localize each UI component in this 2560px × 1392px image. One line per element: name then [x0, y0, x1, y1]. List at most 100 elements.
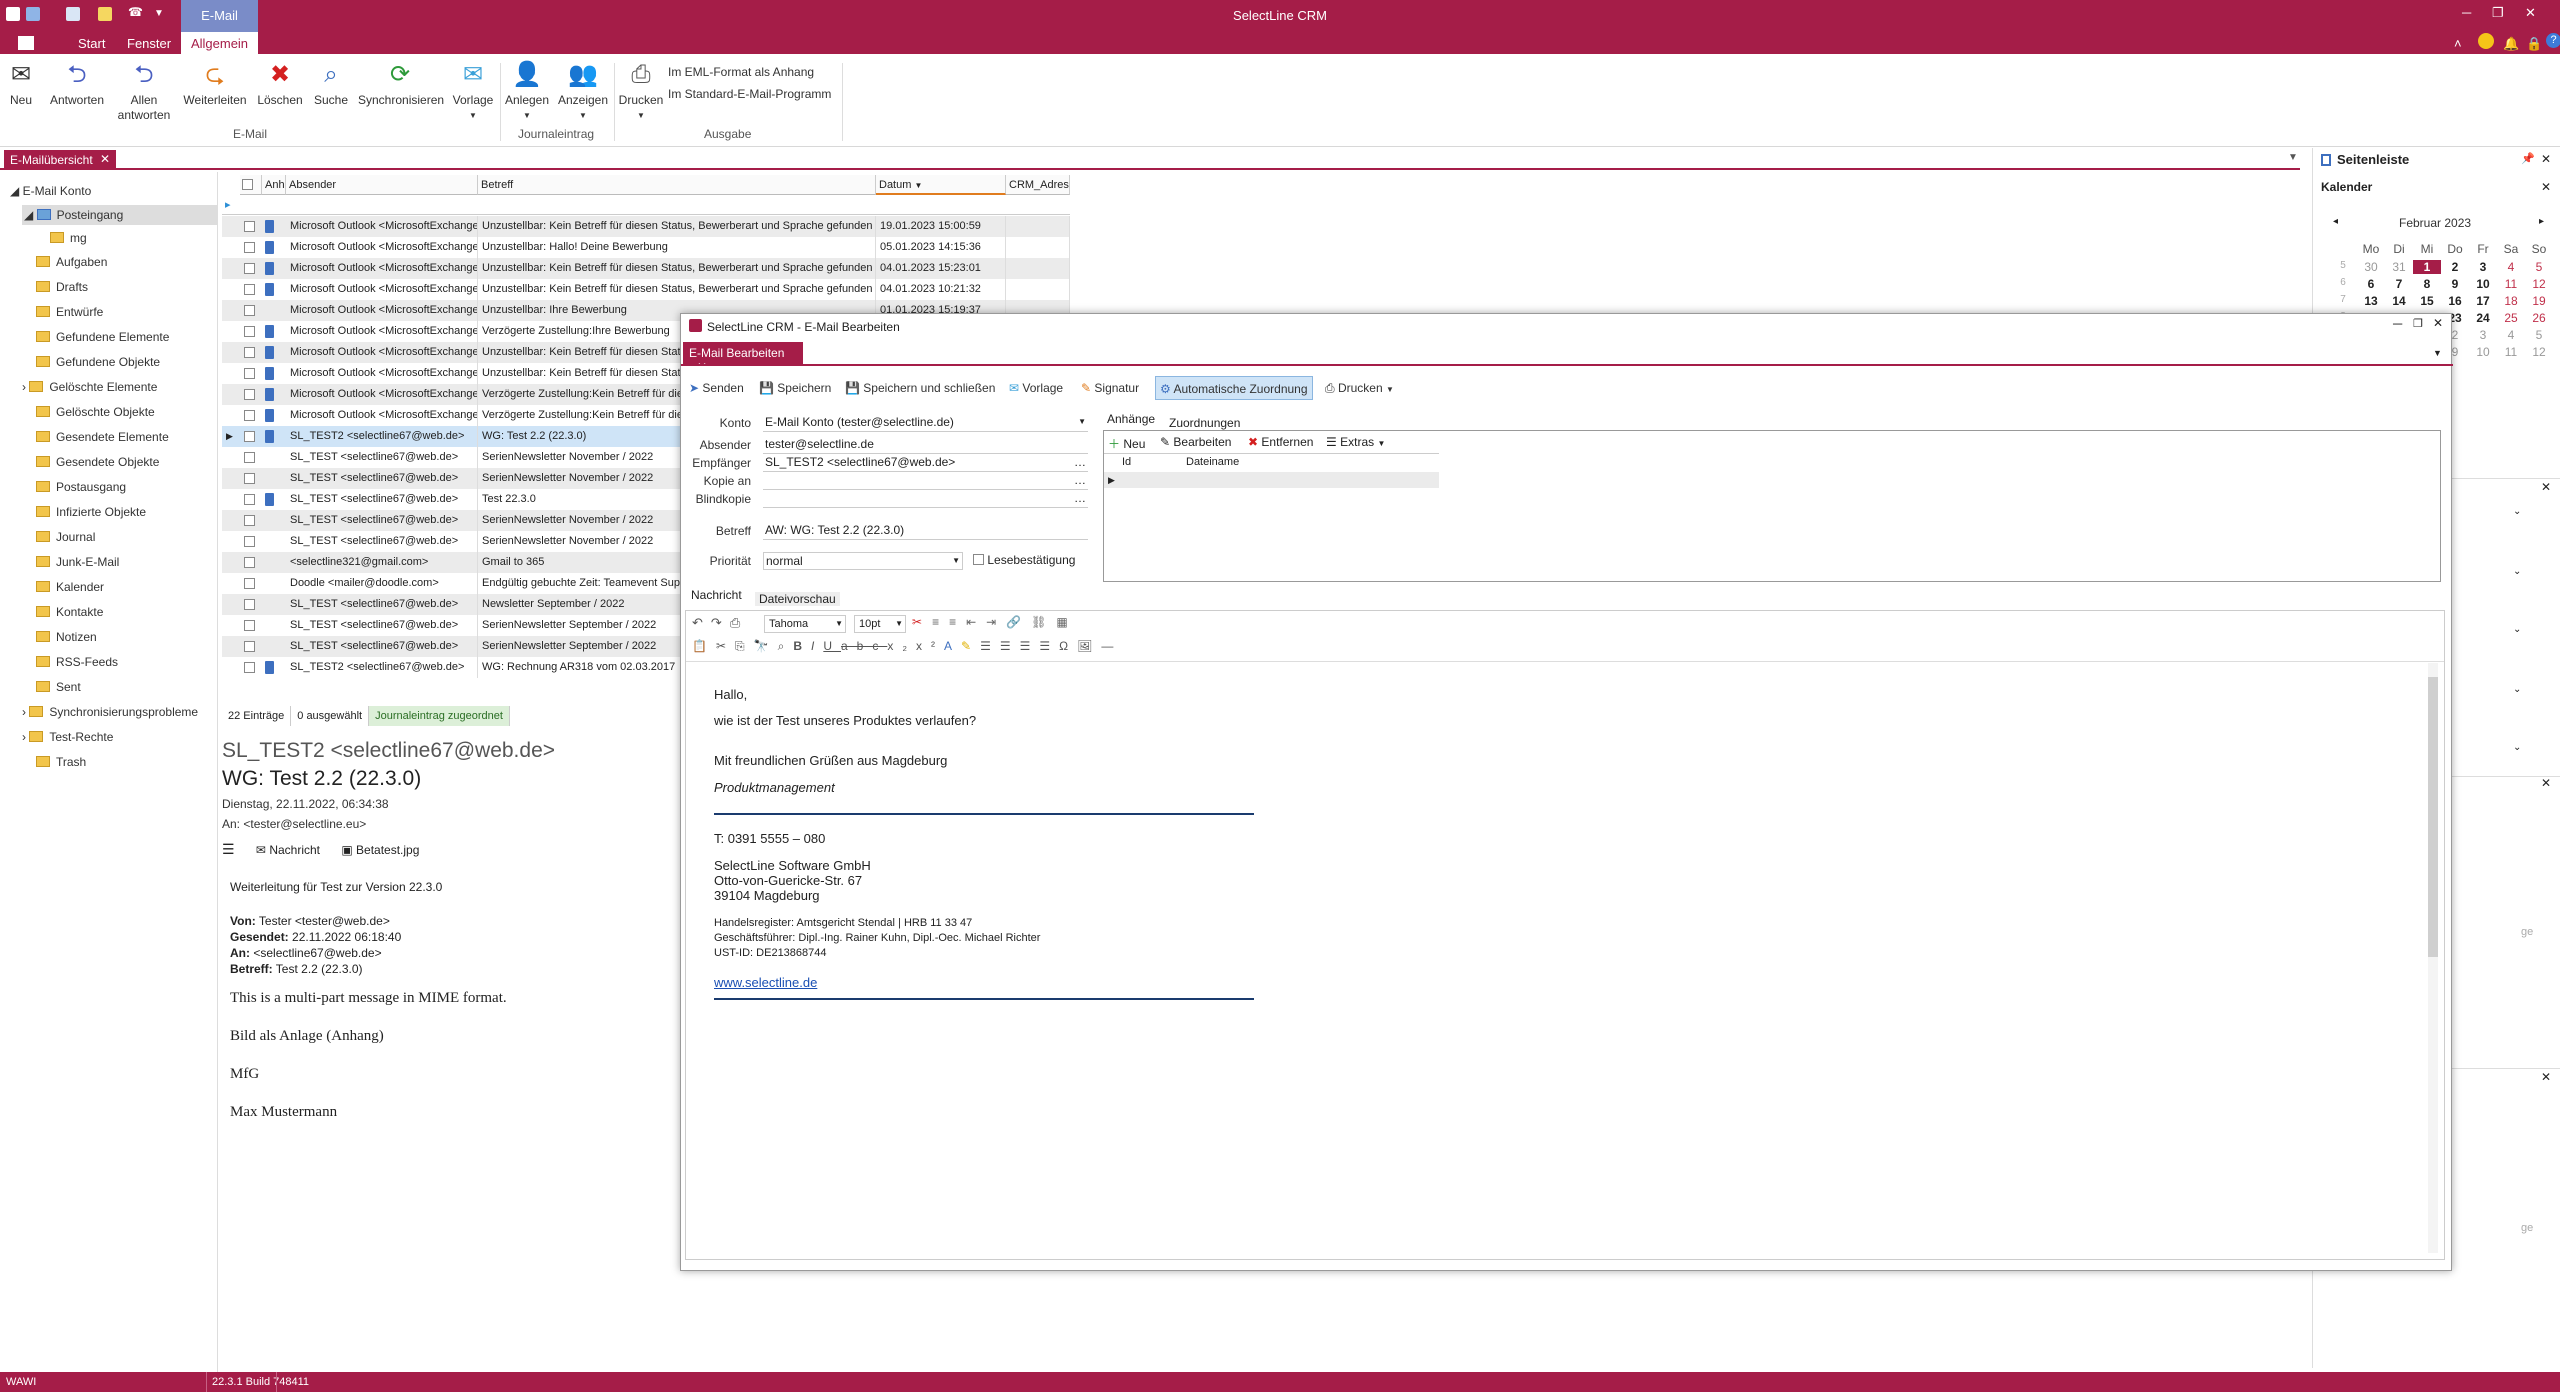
justify-icon[interactable]: ☰	[1039, 639, 1059, 653]
auto-assign-button[interactable]: ⚙ Automatische Zuordnung	[1155, 376, 1313, 400]
bcc-field[interactable]: …	[763, 490, 1088, 508]
tree-item[interactable]: Kalender	[36, 577, 104, 597]
tree-item[interactable]: Junk-E-Mail	[36, 552, 119, 572]
row-checkbox[interactable]	[244, 641, 255, 652]
row-checkbox[interactable]	[244, 452, 255, 463]
calendar-day[interactable]: 6	[2357, 277, 2385, 291]
lock-icon[interactable]: 🔒	[2526, 36, 2542, 52]
row-checkbox[interactable]	[244, 557, 255, 568]
outdent-icon[interactable]: ⇤	[966, 615, 986, 629]
tree-item[interactable]: › Gelöschte Elemente	[22, 377, 157, 397]
konto-select[interactable]: E-Mail Konto (tester@selectline.de) ▼	[763, 414, 1088, 432]
print-button[interactable]: ⎙ Drucken ▼	[618, 60, 664, 123]
col-header-check[interactable]	[240, 175, 262, 195]
calendar-day[interactable]: 31	[2385, 260, 2413, 274]
tree-item[interactable]: Gefundene Objekte	[36, 352, 160, 372]
row-checkbox[interactable]	[244, 347, 255, 358]
calendar-day[interactable]: 9	[2441, 277, 2469, 291]
sender-field[interactable]: tester@selectline.de	[763, 436, 1088, 454]
font-color-icon[interactable]: A	[944, 639, 961, 653]
tree-item[interactable]: Postausgang	[36, 477, 126, 497]
tab-dropdown-icon[interactable]: ▼	[2288, 152, 2298, 163]
calendar-day[interactable]: 5	[2525, 328, 2553, 342]
calendar-day[interactable]: 30	[2357, 260, 2385, 274]
row-checkbox[interactable]	[244, 368, 255, 379]
highlight-icon[interactable]: ✎	[961, 639, 980, 653]
find-icon[interactable]: 🔭	[754, 639, 778, 653]
special-char-icon[interactable]: Ω	[1059, 639, 1077, 653]
row-checkbox[interactable]	[244, 221, 255, 232]
select-all-checkbox[interactable]	[242, 179, 253, 190]
row-checkbox[interactable]	[244, 494, 255, 505]
dialog-tab[interactable]: E-Mail Bearbeiten ✕	[683, 342, 803, 374]
bell-icon[interactable]: 🔔	[2503, 36, 2519, 52]
expand-chevron-icon[interactable]: ⌄	[2513, 742, 2521, 753]
calendar-day[interactable]: 3	[2469, 328, 2497, 342]
search-button[interactable]: ⌕ Suche	[308, 60, 354, 108]
close-calendar-icon[interactable]: ✕	[2541, 180, 2551, 194]
dialog-minimize-button[interactable]: ─	[2393, 316, 2402, 331]
send-button[interactable]: ➤ Senden	[689, 376, 744, 400]
smiley-icon[interactable]	[2478, 33, 2494, 49]
close-button[interactable]: ✕	[2525, 5, 2536, 21]
paste-icon[interactable]: 📋	[692, 639, 716, 653]
calendar-day[interactable]: 3	[2469, 260, 2497, 274]
calendar-day[interactable]: 10	[2469, 277, 2497, 291]
cut-icon[interactable]: ✂	[716, 639, 735, 653]
tree-item[interactable]: RSS-Feeds	[36, 652, 118, 672]
calendar-day[interactable]: 7	[2385, 277, 2413, 291]
new-row[interactable]: ▶	[1104, 472, 1439, 488]
underline-icon[interactable]: U	[823, 639, 841, 653]
tab-message[interactable]: ✉ Nachricht	[256, 843, 320, 857]
redo-icon[interactable]: ↷	[711, 615, 730, 630]
tree-item[interactable]: Gesendete Objekte	[36, 452, 159, 472]
close-tab-icon[interactable]: ✕	[100, 152, 110, 166]
tree-item[interactable]: Aufgaben	[36, 252, 107, 272]
row-checkbox[interactable]	[244, 599, 255, 610]
strikethrough-icon[interactable]: abc	[841, 639, 887, 653]
subscript-icon[interactable]: x₂	[887, 639, 916, 653]
calendar-day[interactable]: 2	[2441, 260, 2469, 274]
copy-icon[interactable]: ⎘	[735, 639, 754, 653]
calendar-day[interactable]: 24	[2469, 311, 2497, 325]
table-row[interactable]: Microsoft Outlook <MicrosoftExchange3 Unz…	[222, 258, 1070, 279]
image-icon[interactable]: 🖼	[1077, 639, 1101, 653]
bullet-list-icon[interactable]: ≡	[949, 615, 966, 629]
calendar-day[interactable]: 14	[2385, 294, 2413, 308]
journal-show-button[interactable]: 👥 Anzeigen ▼	[556, 60, 610, 123]
close-panel-icon[interactable]: ✕	[2541, 152, 2551, 166]
cc-picker-button[interactable]: …	[1074, 472, 1086, 488]
filter-row[interactable]: ▸	[222, 195, 1070, 215]
table-icon[interactable]: ▦	[1056, 615, 1077, 629]
row-checkbox[interactable]	[244, 578, 255, 589]
row-checkbox[interactable]	[244, 431, 255, 442]
calendar-day[interactable]: 25	[2497, 311, 2525, 325]
close-section-icon[interactable]: ✕	[2541, 480, 2551, 494]
export-default-mail-item[interactable]: Im Standard-E-Mail-Programm	[668, 83, 831, 105]
row-checkbox[interactable]	[244, 536, 255, 547]
recipient-field[interactable]: SL_TEST2 <selectline67@web.de>…	[763, 454, 1088, 472]
scrollbar-thumb[interactable]	[2428, 677, 2438, 957]
forward-button[interactable]: ⮎ Weiterleiten	[180, 60, 250, 108]
italic-icon[interactable]: I	[811, 639, 823, 653]
clear-format-icon[interactable]: ✂	[912, 615, 932, 629]
tree-item[interactable]: Trash	[36, 752, 86, 772]
calendar-day[interactable]: 11	[2497, 277, 2525, 291]
find-replace-icon[interactable]: ⌕	[778, 639, 794, 653]
menu-icon[interactable]: ☰	[222, 841, 235, 857]
row-checkbox[interactable]	[244, 242, 255, 253]
font-size-select[interactable]: 10pt ▼	[854, 615, 906, 633]
calendar-day[interactable]: 11	[2497, 345, 2525, 359]
tab-attachments[interactable]: Anhänge	[1107, 412, 1155, 426]
tree-item[interactable]: Journal	[36, 527, 95, 547]
expand-chevron-icon[interactable]: ⌄	[2513, 684, 2521, 695]
bold-icon[interactable]: B	[793, 639, 811, 653]
dialog-tab-dropdown-icon[interactable]: ▼	[2433, 348, 2442, 358]
recipient-picker-button[interactable]: …	[1074, 454, 1086, 470]
tree-item[interactable]: › Test-Rechte	[22, 727, 113, 747]
align-right-icon[interactable]: ☰	[1020, 639, 1040, 653]
att-extras-button[interactable]: ☰ Extras ▼	[1326, 435, 1385, 449]
col-header-attachment[interactable]: Anhang	[262, 175, 286, 195]
tree-item[interactable]: Gesendete Elemente	[36, 427, 169, 447]
calendar-day[interactable]: 13	[2357, 294, 2385, 308]
